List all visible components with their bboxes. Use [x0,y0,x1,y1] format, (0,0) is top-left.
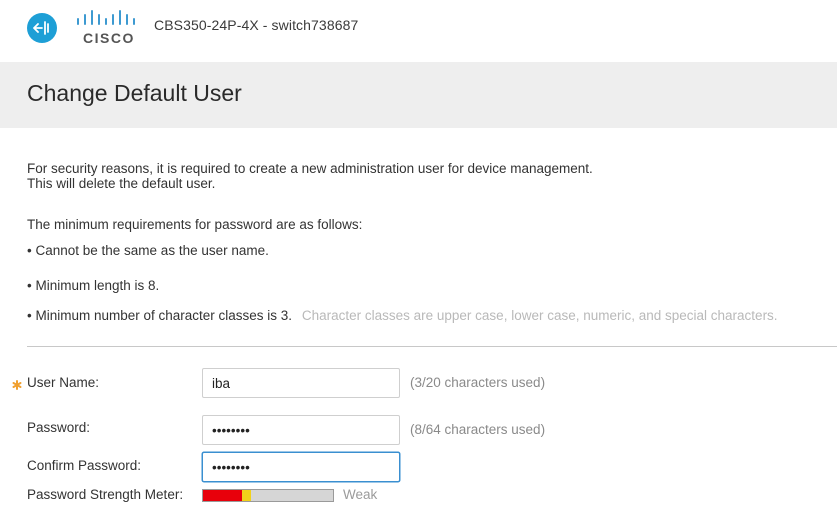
strength-meter-label: Password Strength Meter: [27,487,184,502]
password-strength-meter [202,489,334,502]
svg-text:CISCO: CISCO [83,30,135,46]
password-char-count: (8/64 characters used) [410,422,546,437]
top-bar: CISCO CBS350-24P-4X - switch738687 [0,0,837,62]
cisco-logo: CISCO [76,10,142,50]
strength-meter-yellow-segment [242,490,252,501]
confirm-password-input[interactable] [202,452,400,482]
username-label: User Name: [27,375,100,390]
confirm-password-label: Confirm Password: [27,458,142,473]
requirement-item: • Minimum number of character classes is… [27,308,778,323]
requirement-item: • Cannot be the same as the user name. [27,243,269,258]
intro-text-2: This will delete the default user. [27,176,216,191]
requirement-3-text: • Minimum number of character classes is… [27,308,293,323]
requirement-item: • Minimum length is 8. [27,278,160,293]
exit-arrow-icon[interactable] [27,13,57,43]
intro-text-1: For security reasons, it is required to … [27,161,593,176]
page-title: Change Default User [27,80,242,106]
required-asterisk-icon [12,377,22,390]
requirements-heading: The minimum requirements for password ar… [27,217,363,232]
device-title: CBS350-24P-4X - switch738687 [154,17,359,33]
password-input[interactable] [202,415,400,445]
username-input[interactable] [202,368,400,398]
password-label: Password: [27,420,91,435]
strength-meter-text: Weak [343,487,378,502]
strength-meter-red-segment [203,490,242,501]
divider [27,346,837,347]
username-char-count: (3/20 characters used) [410,375,546,390]
requirement-3-hint: Character classes are upper case, lower … [301,308,778,323]
